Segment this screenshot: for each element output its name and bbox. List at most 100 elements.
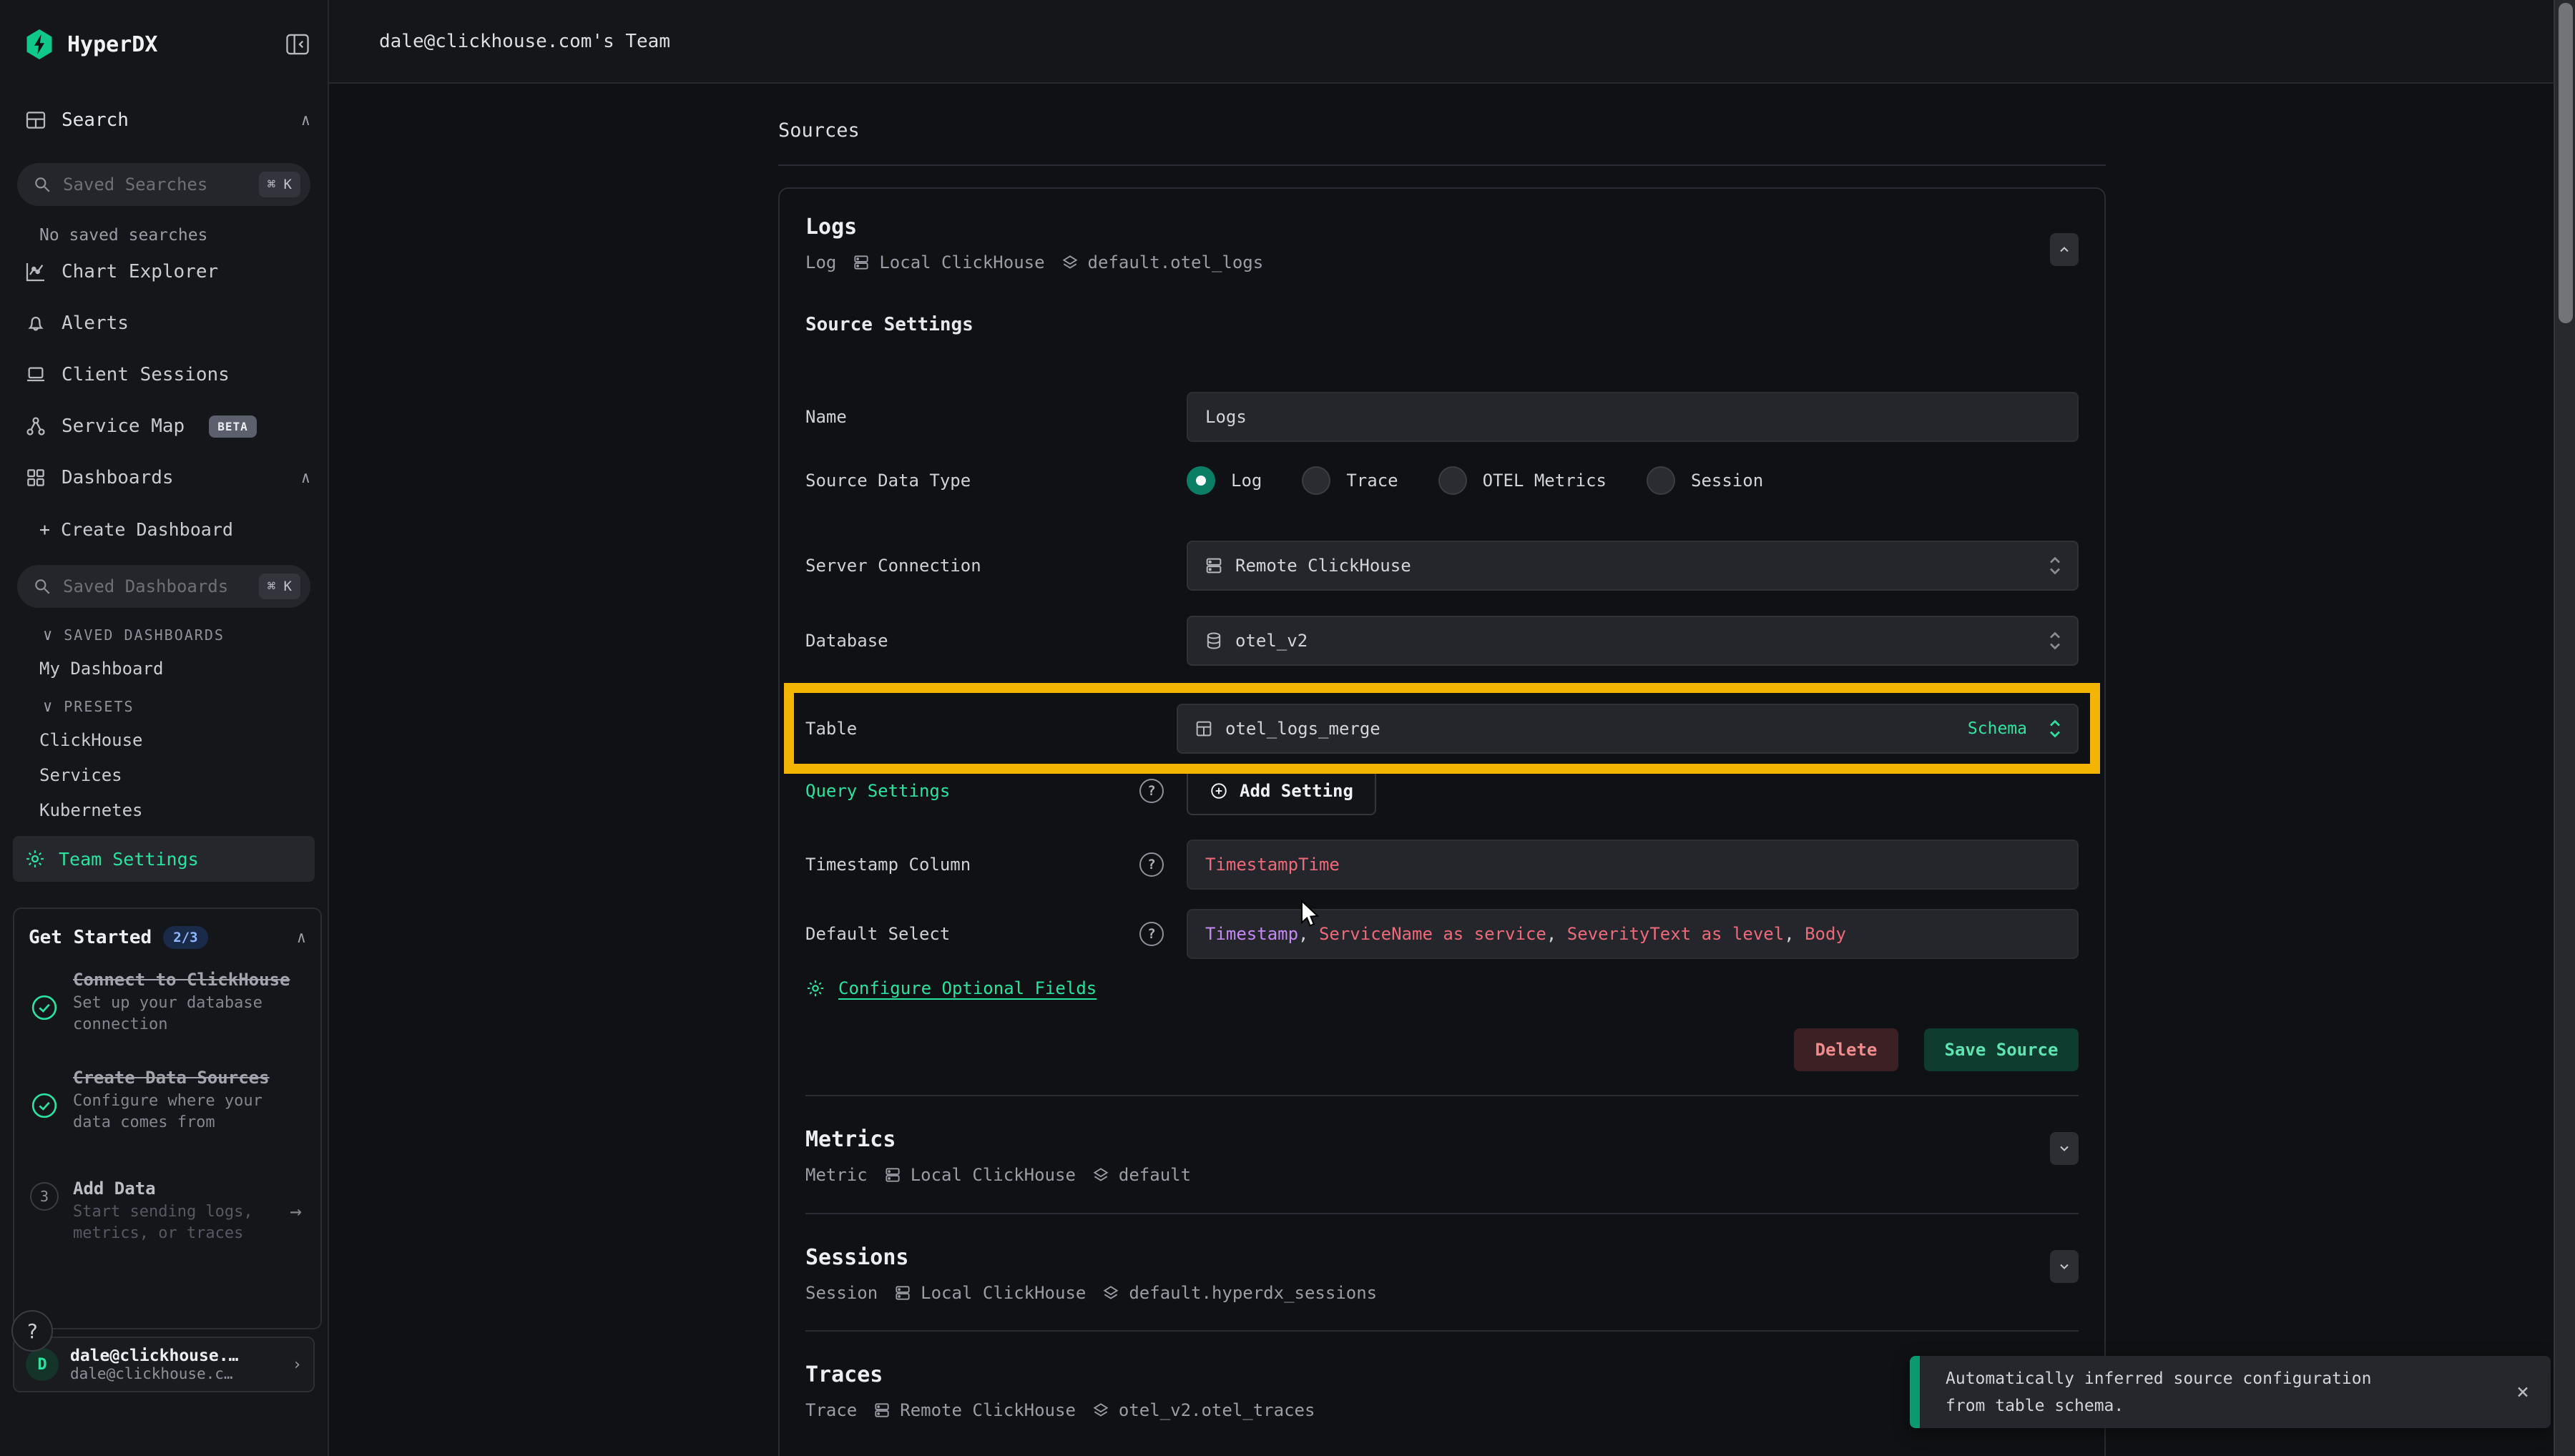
radio-session[interactable]: Session <box>1647 466 1763 495</box>
layers-icon <box>1102 1284 1120 1302</box>
help-circle-icon[interactable]: ? <box>1139 779 1164 803</box>
fade-overlay <box>14 1249 320 1328</box>
table-ref-text: default.hyperdx_sessions <box>1129 1283 1377 1303</box>
presets-section-header[interactable]: ∨ PRESETS <box>43 691 310 722</box>
logs-source-card: Logs Log <box>778 187 2106 1456</box>
scrollbar-track[interactable] <box>2554 0 2575 1456</box>
default-select-input[interactable]: Timestamp, ServiceName as service, Sever… <box>1187 909 2079 959</box>
source-data-type-radio-group: Log Trace OTEL Metrics <box>1187 466 1763 495</box>
delete-button[interactable]: Delete <box>1794 1028 1898 1071</box>
sidebar-item-clickhouse[interactable]: ClickHouse <box>0 722 328 757</box>
table-select[interactable]: otel_logs_merge Schema <box>1177 704 2079 754</box>
page-title: Sources <box>778 119 2106 142</box>
default-select-value: Timestamp, ServiceName as service, Sever… <box>1205 924 1846 944</box>
gear-icon <box>24 848 46 870</box>
step-title: Create Data Sources <box>73 1067 306 1089</box>
help-circle-icon[interactable]: ? <box>1139 922 1164 946</box>
sidebar-item-team-settings[interactable]: Team Settings <box>13 836 315 882</box>
tree-item-label: ClickHouse <box>39 730 143 750</box>
dashboards-icon <box>24 466 47 489</box>
plus-circle-icon <box>1210 782 1228 800</box>
sidebar-item-client-sessions[interactable]: Client Sessions <box>0 349 328 400</box>
shortcut-badge: ⌘ K <box>259 574 300 599</box>
sidebar-item-alerts[interactable]: Alerts <box>0 297 328 349</box>
help-circle-icon[interactable]: ? <box>1139 852 1164 877</box>
default-select-label: Default Select <box>805 924 950 944</box>
sidebar-item-kubernetes[interactable]: Kubernetes <box>0 792 328 827</box>
sidebar-item-my-dashboard[interactable]: My Dashboard <box>0 651 328 686</box>
expand-metrics-button[interactable] <box>2050 1132 2079 1165</box>
saved-searches-input[interactable]: Saved Searches ⌘ K <box>17 163 310 206</box>
user-email: dale@clickhouse.c… <box>70 1365 281 1382</box>
sessions-section: Sessions Session Local ClickHouse <box>805 1214 2079 1303</box>
radio-dot-icon <box>1187 466 1215 495</box>
chevron-up-icon[interactable]: ∧ <box>301 112 310 129</box>
select-chevrons-icon <box>2047 555 2063 576</box>
schema-button[interactable]: Schema <box>1968 719 2027 738</box>
scrollbar-thumb[interactable] <box>2559 3 2573 323</box>
server-connection-row: Server Connection Remote ClickHouse <box>805 541 2079 591</box>
step-number-icon: 3 <box>30 1182 59 1211</box>
topbar: dale@clickhouse.com's Team <box>329 0 2575 84</box>
server-icon <box>1204 556 1224 576</box>
chart-explorer-icon <box>24 260 47 283</box>
radio-label: Session <box>1691 471 1763 491</box>
query-settings-row: Query Settings ? Add Setting <box>805 767 2079 815</box>
create-dashboard-button[interactable]: + Create Dashboard <box>0 503 328 555</box>
traces-section: Traces Trace Remote ClickHouse <box>805 1332 2079 1420</box>
server-connection-label: Server Connection <box>805 556 981 576</box>
database-select[interactable]: otel_v2 <box>1187 616 2079 666</box>
no-saved-searches-text: No saved searches <box>39 226 310 246</box>
name-value: Logs <box>1205 407 1247 427</box>
chevron-up-icon[interactable]: ∧ <box>297 929 306 947</box>
service-map-icon <box>24 415 47 438</box>
sidebar-item-search[interactable]: Search ∧ <box>24 106 310 134</box>
check-circle-icon <box>30 993 59 1036</box>
get-started-item-connect[interactable]: Connect to ClickHouse Set up your databa… <box>29 969 306 1036</box>
table-value: otel_logs_merge <box>1225 719 1380 739</box>
nav-label: Alerts <box>62 313 129 334</box>
nav-label: Client Sessions <box>62 364 230 385</box>
name-input[interactable]: Logs <box>1187 392 2079 442</box>
bell-icon <box>24 312 47 335</box>
search-icon <box>33 175 52 194</box>
chevron-down-icon: ∨ <box>43 626 54 644</box>
radio-otel-metrics[interactable]: OTEL Metrics <box>1438 466 1607 495</box>
server-connection-select[interactable]: Remote ClickHouse <box>1187 541 2079 591</box>
user-menu[interactable]: D dale@clickhouse.… dale@clickhouse.c… › <box>13 1337 315 1392</box>
divider <box>778 164 2106 166</box>
saved-dashboards-input[interactable]: Saved Dashboards ⌘ K <box>17 565 310 608</box>
hyperdx-logo-icon <box>24 28 54 61</box>
get-started-item-sources[interactable]: Create Data Sources Configure where your… <box>29 1067 306 1133</box>
help-button[interactable]: ? <box>11 1310 53 1352</box>
sidebar-item-chart-explorer[interactable]: Chart Explorer <box>0 246 328 297</box>
sidebar-item-services[interactable]: Services <box>0 757 328 792</box>
search-section-icon <box>24 109 47 132</box>
configure-optional-fields-link[interactable]: Configure Optional Fields <box>838 978 1097 998</box>
step-desc: Configure where your data comes from <box>73 1091 306 1133</box>
timestamp-column-input[interactable]: TimestampTime <box>1187 840 2079 890</box>
collapse-logs-button[interactable] <box>2050 233 2079 266</box>
add-setting-button[interactable]: Add Setting <box>1187 767 1376 815</box>
sidebar-collapse-button[interactable] <box>285 33 310 56</box>
section-header-label: PRESETS <box>64 698 134 715</box>
close-icon[interactable]: × <box>2516 1379 2529 1405</box>
radio-log[interactable]: Log <box>1187 466 1262 495</box>
radio-trace[interactable]: Trace <box>1302 466 1398 495</box>
chevron-up-icon[interactable]: ∧ <box>301 469 310 487</box>
radio-dot-icon <box>1302 466 1330 495</box>
get-started-header[interactable]: Get Started 2/3 ∧ <box>29 925 306 950</box>
radio-label: OTEL Metrics <box>1483 471 1607 491</box>
name-label: Name <box>805 407 847 427</box>
sidebar-item-dashboards[interactable]: Dashboards ∧ <box>0 452 328 503</box>
saved-dashboards-section-header[interactable]: ∨ SAVED DASHBOARDS <box>43 619 310 651</box>
metrics-section: Metrics Metric Local ClickHouse <box>805 1096 2079 1185</box>
layers-icon <box>1092 1401 1110 1420</box>
expand-sessions-button[interactable] <box>2050 1250 2079 1283</box>
logo-row: HyperDX <box>0 0 328 62</box>
user-name: dale@clickhouse.… <box>70 1347 281 1365</box>
name-row: Name Logs <box>805 392 2079 442</box>
get-started-item-add-data[interactable]: 3 Add Data Start sending logs, metrics, … <box>29 1178 306 1244</box>
save-source-button[interactable]: Save Source <box>1924 1028 2079 1071</box>
sidebar-item-service-map[interactable]: Service Map BETA <box>0 400 328 452</box>
